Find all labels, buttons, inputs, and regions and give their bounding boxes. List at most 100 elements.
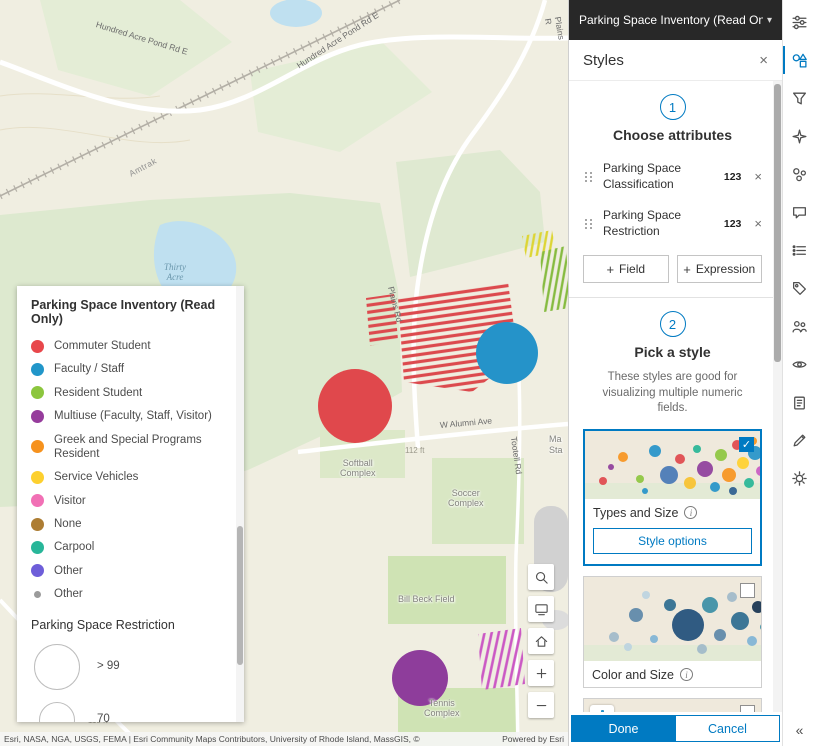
chart-chip-icon <box>590 704 614 712</box>
legend-item-label: Visitor <box>54 494 86 507</box>
display-icon <box>534 602 549 617</box>
legend-item: Multiuse (Faculty, Staff, Visitor) <box>31 409 224 423</box>
zoom-in-icon <box>534 666 549 681</box>
sharing-button[interactable] <box>788 314 812 338</box>
sparkle-icon <box>791 128 808 145</box>
legend-size-label: > 99 <box>97 660 120 673</box>
display-button[interactable] <box>528 596 554 622</box>
aggregation-button[interactable] <box>788 162 812 186</box>
style-options-button[interactable]: Style options <box>593 527 752 554</box>
add-field-button[interactable]: + Field <box>583 255 669 284</box>
drag-handle-icon[interactable] <box>583 217 594 231</box>
plus-icon: + <box>606 261 615 277</box>
fields-button[interactable] <box>788 238 812 262</box>
close-icon[interactable]: × <box>759 52 768 69</box>
legend-swatch <box>31 339 44 353</box>
powered-by-esri: Powered by Esri <box>502 734 564 744</box>
clipboard-icon <box>791 394 808 411</box>
styles-panel: Parking Space Inventory (Read Only) ▾ St… <box>568 0 782 746</box>
cluster-icon <box>791 166 808 183</box>
cancel-button[interactable]: Cancel <box>676 715 780 742</box>
add-expression-label: Expression <box>695 262 756 277</box>
effects-button[interactable] <box>788 124 812 148</box>
style-card-color-and-size[interactable]: Color and Size i <box>583 575 762 688</box>
search-icon <box>534 570 549 585</box>
visibility-button[interactable] <box>788 352 812 376</box>
style-thumbnail <box>584 576 761 661</box>
zoom-out-button[interactable] <box>528 692 554 718</box>
style-hint: These styles are good for visualizing mu… <box>602 371 743 415</box>
map-viewer-app: Hundred Acre Pond Rd E Hundred Acre Pond … <box>0 0 816 746</box>
legend-scrollbar-thumb[interactable] <box>237 525 243 666</box>
legend-items: Commuter Student Faculty / Staff Resident … <box>31 339 224 602</box>
legend-swatch <box>31 363 44 377</box>
forms-button[interactable] <box>788 390 812 414</box>
step-1-badge: 1 <box>659 94 686 120</box>
editing-button[interactable] <box>788 428 812 452</box>
drag-handle-icon[interactable] <box>583 170 594 184</box>
style-card-types-and-size[interactable]: ✓ Types and Size i Style options <box>583 428 762 566</box>
numeric-field-badge: 123 <box>723 170 742 183</box>
home-icon <box>534 634 549 649</box>
info-icon[interactable]: i <box>684 506 698 520</box>
legend-item-label: None <box>54 518 82 530</box>
remove-attribute-icon[interactable]: × <box>750 216 762 231</box>
lot-faculty-blob <box>476 322 538 384</box>
legend-size-circle <box>39 701 75 722</box>
legend-swatch <box>31 564 44 578</box>
style-thumbnail: ✓ <box>585 430 760 499</box>
zoom-in-button[interactable] <box>528 660 554 686</box>
legend-size-row: 70 <box>31 701 224 722</box>
step-2-badge: 2 <box>659 311 686 338</box>
unchecked-checkbox[interactable] <box>740 582 755 598</box>
style-card-partial[interactable] <box>583 697 762 712</box>
legend-swatch <box>34 590 41 598</box>
style-card-label: Color and Size <box>592 667 674 682</box>
labels-button[interactable] <box>788 276 812 300</box>
legend-swatch <box>31 517 44 531</box>
tag-icon <box>791 280 808 297</box>
legend-size-ramp: > 99 70 <box>31 643 224 722</box>
legend-item-label: Resident Student <box>54 386 143 399</box>
legend-size-label: 70 <box>97 713 110 722</box>
legend-item-label: Greek and Special Programs Resident <box>54 433 202 460</box>
legend-swatch <box>31 494 44 508</box>
legend-size-row: > 99 <box>31 643 224 690</box>
styles-button[interactable] <box>782 46 812 74</box>
eye-icon <box>791 356 808 373</box>
style-card-label-row: Color and Size i <box>584 661 761 687</box>
layer-selector[interactable]: Parking Space Inventory (Read Only) ▾ <box>569 0 782 40</box>
filter-button[interactable] <box>788 86 812 110</box>
panel-scrollbar-thumb[interactable] <box>774 84 781 362</box>
done-button[interactable]: Done <box>571 715 676 742</box>
unchecked-checkbox[interactable] <box>740 704 755 712</box>
legend-item: Commuter Student <box>31 339 224 353</box>
attribute-list: Parking Space Classification 123 × Parking … <box>583 153 762 247</box>
add-expression-button[interactable]: + Expression <box>676 255 762 284</box>
remove-attribute-icon[interactable]: × <box>750 169 762 184</box>
map-canvas[interactable]: Hundred Acre Pond Rd E Hundred Acre Pond … <box>0 0 568 746</box>
legend-swatch <box>31 470 44 484</box>
home-button[interactable] <box>528 628 554 654</box>
pop-ups-button[interactable] <box>788 200 812 224</box>
legend-item: Greek and Special Programs Resident <box>31 433 224 462</box>
style-thumbnail <box>584 698 761 712</box>
map-attribution: Esri, NASA, NGA, USGS, FEMA | Esri Commu… <box>0 732 568 746</box>
checked-checkbox[interactable]: ✓ <box>739 436 754 452</box>
settings-button[interactable] <box>788 466 812 490</box>
legend-size-circle <box>34 643 80 690</box>
attribution-text: Esri, NASA, NGA, USGS, FEMA | Esri Commu… <box>4 734 420 744</box>
legend-scrollbar[interactable] <box>236 286 244 722</box>
legend-item: Service Vehicles <box>31 470 224 484</box>
choose-attributes-title: Choose attributes <box>612 127 732 143</box>
style-card-label: Types and Size <box>593 505 679 520</box>
legend-item: Visitor <box>31 494 224 508</box>
collapse-panel-button[interactable]: « <box>783 722 816 738</box>
sliders-icon <box>791 14 808 31</box>
legend-item: None <box>31 517 224 531</box>
info-icon[interactable]: i <box>680 668 693 682</box>
properties-button[interactable] <box>788 10 812 34</box>
search-button[interactable] <box>528 564 554 590</box>
gear-icon <box>791 470 808 487</box>
panel-scrollbar[interactable] <box>773 81 782 712</box>
